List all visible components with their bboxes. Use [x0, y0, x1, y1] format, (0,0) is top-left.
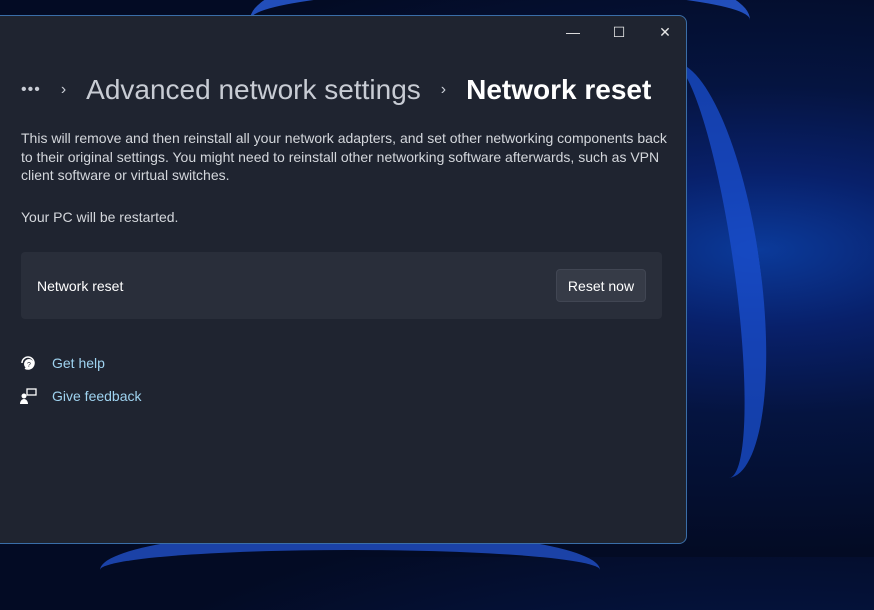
- network-reset-card: Network reset Reset now: [21, 252, 662, 319]
- svg-text:?: ?: [27, 362, 31, 369]
- close-button[interactable]: ✕: [642, 16, 688, 48]
- page-title: Network reset: [466, 74, 652, 105]
- chevron-right-icon: ›: [60, 81, 67, 98]
- restart-note: Your PC will be restarted.: [21, 209, 179, 225]
- get-help-link[interactable]: ? Get help: [19, 354, 105, 372]
- settings-window: — ☐ ✕ ••• › Advanced network settings › …: [0, 15, 687, 544]
- breadcrumb: ••• › Advanced network settings › Networ…: [21, 74, 651, 106]
- feedback-icon: [20, 388, 37, 404]
- chevron-right-icon: ›: [440, 81, 447, 98]
- breadcrumb-parent[interactable]: Advanced network settings: [86, 74, 421, 106]
- give-feedback-link[interactable]: Give feedback: [19, 387, 142, 405]
- card-label: Network reset: [37, 278, 124, 294]
- reset-now-button[interactable]: Reset now: [556, 269, 646, 302]
- help-icon: ?: [21, 356, 35, 370]
- get-help-label: Get help: [52, 355, 105, 371]
- minimize-button[interactable]: —: [550, 16, 596, 48]
- breadcrumb-overflow-button[interactable]: •••: [21, 81, 41, 99]
- give-feedback-label: Give feedback: [52, 388, 142, 404]
- maximize-button[interactable]: ☐: [596, 16, 642, 48]
- description-text: This will remove and then reinstall all …: [21, 130, 667, 184]
